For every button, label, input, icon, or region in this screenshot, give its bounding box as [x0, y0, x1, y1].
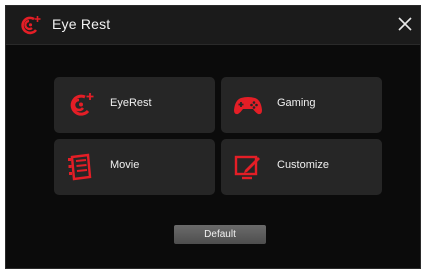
customize-mode-button[interactable]: Customize [221, 139, 382, 195]
eye-rest-window: Eye Rest EyeRest Gaming Movie Customize … [5, 5, 421, 269]
eyerest-mode-button[interactable]: EyeRest [54, 77, 215, 133]
movie-label: Movie [110, 159, 140, 171]
customize-label: Customize [277, 159, 329, 171]
edit-monitor-icon [233, 152, 263, 182]
default-button[interactable]: Default [174, 225, 266, 244]
movie-mode-button[interactable]: Movie [54, 139, 215, 195]
close-icon[interactable] [394, 13, 416, 35]
eye-rest-logo-icon [20, 15, 42, 35]
gaming-mode-button[interactable]: Gaming [221, 77, 382, 133]
gamepad-icon [233, 90, 263, 120]
eye-rest-icon [66, 90, 96, 120]
gaming-label: Gaming [277, 97, 316, 109]
eyerest-label: EyeRest [110, 97, 152, 109]
title-bar: Eye Rest [6, 6, 420, 45]
film-icon [66, 152, 96, 182]
window-title: Eye Rest [52, 16, 111, 32]
